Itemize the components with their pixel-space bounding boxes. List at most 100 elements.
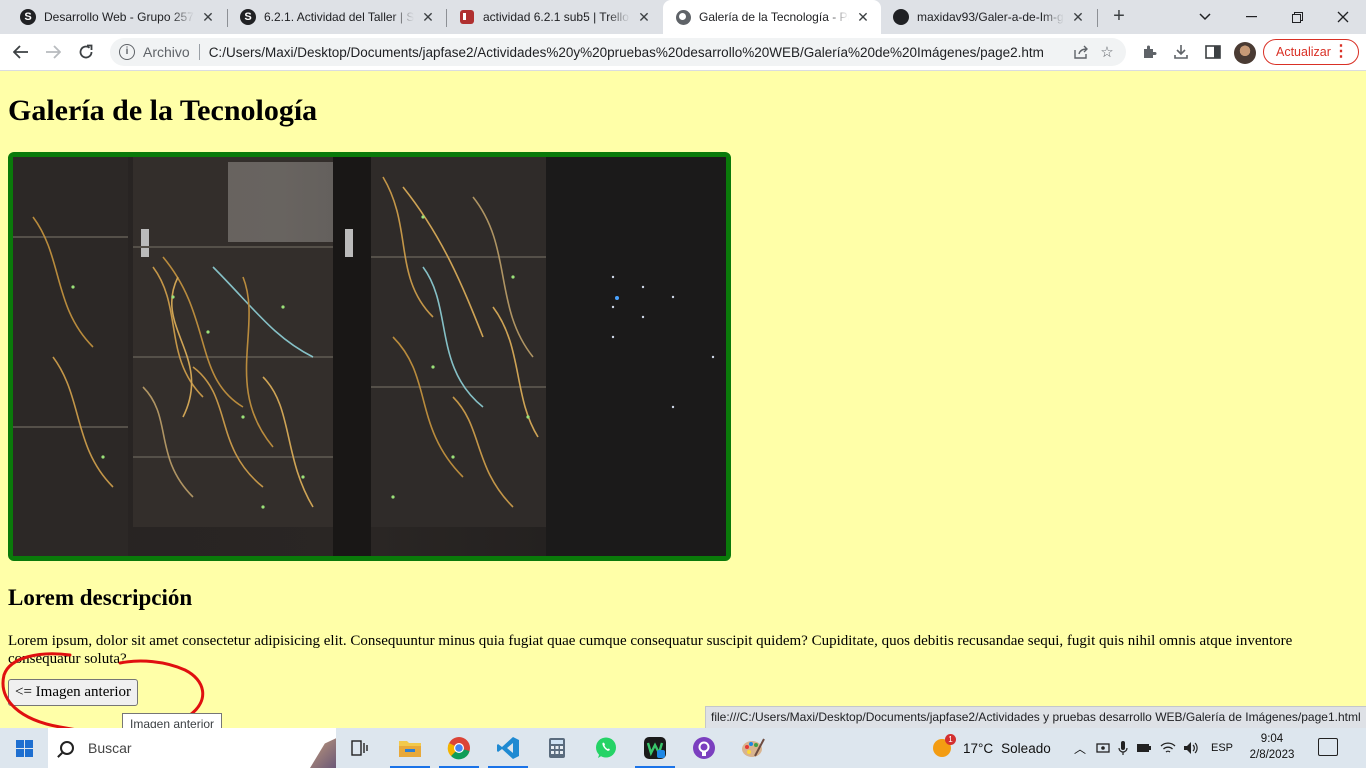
taskbar-search[interactable]: Buscar — [48, 728, 336, 768]
webex-icon — [644, 737, 666, 759]
whatsapp-app[interactable] — [582, 728, 630, 768]
system-tray: ︿ ESP — [1073, 728, 1233, 768]
s-logo-icon: S — [240, 9, 256, 25]
search-highlight-image — [310, 733, 336, 768]
close-icon[interactable]: ✕ — [1070, 9, 1086, 25]
more-menu-icon[interactable]: ⋮ — [1333, 42, 1349, 62]
info-icon[interactable]: i — [119, 44, 135, 60]
sun-icon: 1 — [933, 734, 956, 757]
restore-button[interactable] — [1274, 0, 1320, 34]
github-icon — [693, 737, 715, 759]
vscode-app[interactable] — [484, 728, 532, 768]
trello-icon — [459, 9, 475, 25]
forward-button[interactable] — [39, 38, 67, 66]
tab-title: Galería de la Tecnología - Pá — [699, 10, 849, 24]
tab-trello[interactable]: actividad 6.2.1 sub5 | Trello ✕ — [447, 0, 662, 34]
page-title: Galería de la Tecnología — [8, 94, 318, 127]
gallery-image — [8, 152, 731, 561]
battery-icon[interactable] — [1136, 742, 1152, 754]
weather-condition: Soleado — [1001, 740, 1051, 756]
github-icon — [893, 9, 909, 25]
search-icon — [60, 741, 74, 755]
clock[interactable]: 9:04 2/8/2023 — [1248, 731, 1296, 763]
close-icon[interactable]: ✕ — [855, 9, 871, 25]
palette-icon — [742, 738, 765, 757]
notification-icon[interactable] — [1318, 738, 1338, 756]
bookmark-star-icon[interactable]: ☆ — [1094, 39, 1120, 65]
update-label: Actualizar — [1276, 45, 1331, 59]
new-tab-button[interactable]: + — [1107, 5, 1131, 29]
search-placeholder: Buscar — [88, 740, 132, 756]
file-explorer-app[interactable] — [386, 728, 434, 768]
start-button[interactable] — [0, 728, 48, 768]
server-rack-image — [13, 157, 726, 556]
reload-button[interactable] — [72, 38, 100, 66]
windows-taskbar: Buscar 1 17°C Soleado ︿ ESP 9:04 2/8/202… — [0, 728, 1366, 768]
side-panel-icon[interactable] — [1199, 38, 1227, 66]
clock-time: 9:04 — [1260, 733, 1284, 745]
minimize-button[interactable] — [1228, 0, 1274, 34]
vscode-icon — [497, 737, 519, 759]
close-icon — [1337, 11, 1349, 23]
close-window-button[interactable] — [1320, 0, 1366, 34]
tab-actividad-taller[interactable]: S 6.2.1. Actividad del Taller | Sc ✕ — [228, 0, 446, 34]
description-title: Lorem descripción — [8, 585, 193, 610]
whatsapp-icon — [596, 737, 616, 758]
tab-title: maxidav93/Galer-a-de-Im-ge — [917, 10, 1064, 24]
update-button[interactable]: Actualizar ⋮ — [1263, 39, 1359, 65]
browser-toolbar: i Archivo C:/Users/Maxi/Desktop/Document… — [0, 34, 1366, 71]
tab-divider — [1097, 9, 1098, 27]
globe-icon — [675, 9, 691, 25]
calculator-icon — [549, 738, 565, 758]
clock-date: 2/8/2023 — [1249, 749, 1295, 761]
link-status-bar: file:///C:/Users/Maxi/Desktop/Documents/… — [705, 706, 1366, 728]
page-viewport: Galería de la Tecnología Lorem descripci… — [0, 71, 1366, 757]
meet-now-icon[interactable] — [1096, 741, 1110, 755]
tab-galeria-active[interactable]: Galería de la Tecnología - Pá ✕ — [663, 0, 881, 34]
tab-title: Desarrollo Web - Grupo 257 — [44, 10, 194, 24]
tab-title: actividad 6.2.1 sub5 | Trello — [483, 10, 629, 24]
s-logo-icon: S — [20, 9, 36, 25]
paint-app[interactable] — [729, 728, 777, 768]
weather-widget[interactable]: 1 17°C Soleado — [933, 728, 1051, 768]
webex-app[interactable] — [631, 728, 679, 768]
tab-title: 6.2.1. Actividad del Taller | Sc — [264, 10, 414, 24]
previous-image-button[interactable]: <= Imagen anterior — [8, 679, 139, 706]
language-indicator[interactable]: ESP — [1211, 742, 1233, 754]
share-icon[interactable] — [1068, 39, 1094, 65]
description-text: Lorem ipsum, dolor sit amet consectetur … — [8, 633, 1293, 667]
weather-temperature: 17°C — [963, 740, 994, 756]
task-view-button[interactable] — [336, 728, 384, 768]
arrow-right-icon — [46, 45, 61, 59]
chrome-app[interactable] — [435, 728, 483, 768]
close-icon[interactable]: ✕ — [200, 9, 216, 25]
wifi-icon[interactable] — [1160, 741, 1176, 755]
chrome-icon — [447, 737, 470, 760]
reload-icon — [79, 44, 93, 59]
tab-desarrollo-web[interactable]: S Desarrollo Web - Grupo 257 ✕ — [8, 0, 226, 34]
arrow-left-icon — [13, 45, 28, 59]
close-icon[interactable]: ✕ — [420, 9, 436, 25]
chevron-down-icon — [1199, 13, 1211, 21]
tab-github[interactable]: maxidav93/Galer-a-de-Im-ge ✕ — [881, 0, 1096, 34]
windows-logo-icon — [15, 739, 33, 757]
github-desktop-app[interactable] — [680, 728, 728, 768]
chevron-up-icon[interactable]: ︿ — [1073, 740, 1087, 757]
close-icon[interactable]: ✕ — [636, 9, 652, 25]
volume-icon[interactable] — [1183, 741, 1199, 755]
omnibox-divider — [198, 44, 200, 60]
download-icon[interactable] — [1167, 38, 1195, 66]
profile-avatar[interactable] — [1234, 42, 1256, 64]
restore-icon — [1291, 11, 1303, 23]
back-button[interactable] — [7, 38, 35, 66]
minimize-icon — [1245, 16, 1257, 18]
task-view-icon — [351, 740, 368, 756]
tab-search-button[interactable] — [1182, 0, 1228, 34]
address-bar[interactable]: i Archivo C:/Users/Maxi/Desktop/Document… — [110, 38, 1126, 66]
calculator-app[interactable] — [533, 728, 581, 768]
microphone-icon[interactable] — [1118, 740, 1128, 756]
url-text[interactable]: C:/Users/Maxi/Desktop/Documents/japfase2… — [209, 45, 1068, 60]
extensions-icon[interactable] — [1135, 38, 1163, 66]
tab-strip: S Desarrollo Web - Grupo 257 ✕ S 6.2.1. … — [0, 0, 1366, 34]
weather-badge: 1 — [945, 734, 956, 745]
